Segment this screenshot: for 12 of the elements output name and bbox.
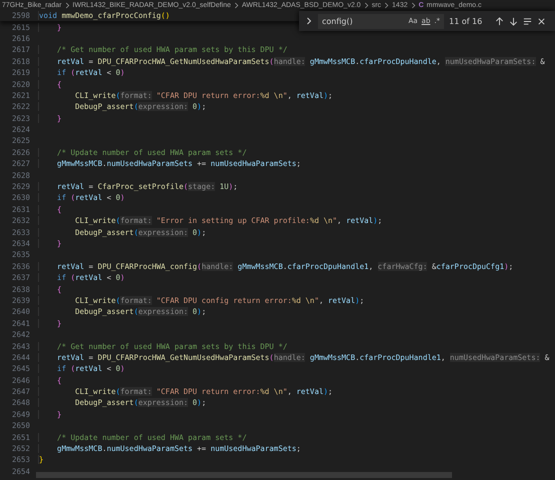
chevron-right-icon <box>234 2 239 8</box>
arrow-down-icon[interactable] <box>509 16 518 26</box>
chevron-right-icon <box>64 2 70 8</box>
chevron-right-icon[interactable] <box>305 17 313 25</box>
match-count: 11 of 16 <box>449 16 482 26</box>
chevron-right-icon <box>410 2 416 8</box>
chevron-right-icon <box>384 2 390 8</box>
close-icon[interactable] <box>537 16 546 26</box>
arrow-up-icon[interactable] <box>495 16 504 26</box>
lines-icon[interactable] <box>523 16 532 26</box>
horizontal-scrollbar[interactable] <box>36 472 452 478</box>
chevron-right-icon <box>364 2 369 8</box>
